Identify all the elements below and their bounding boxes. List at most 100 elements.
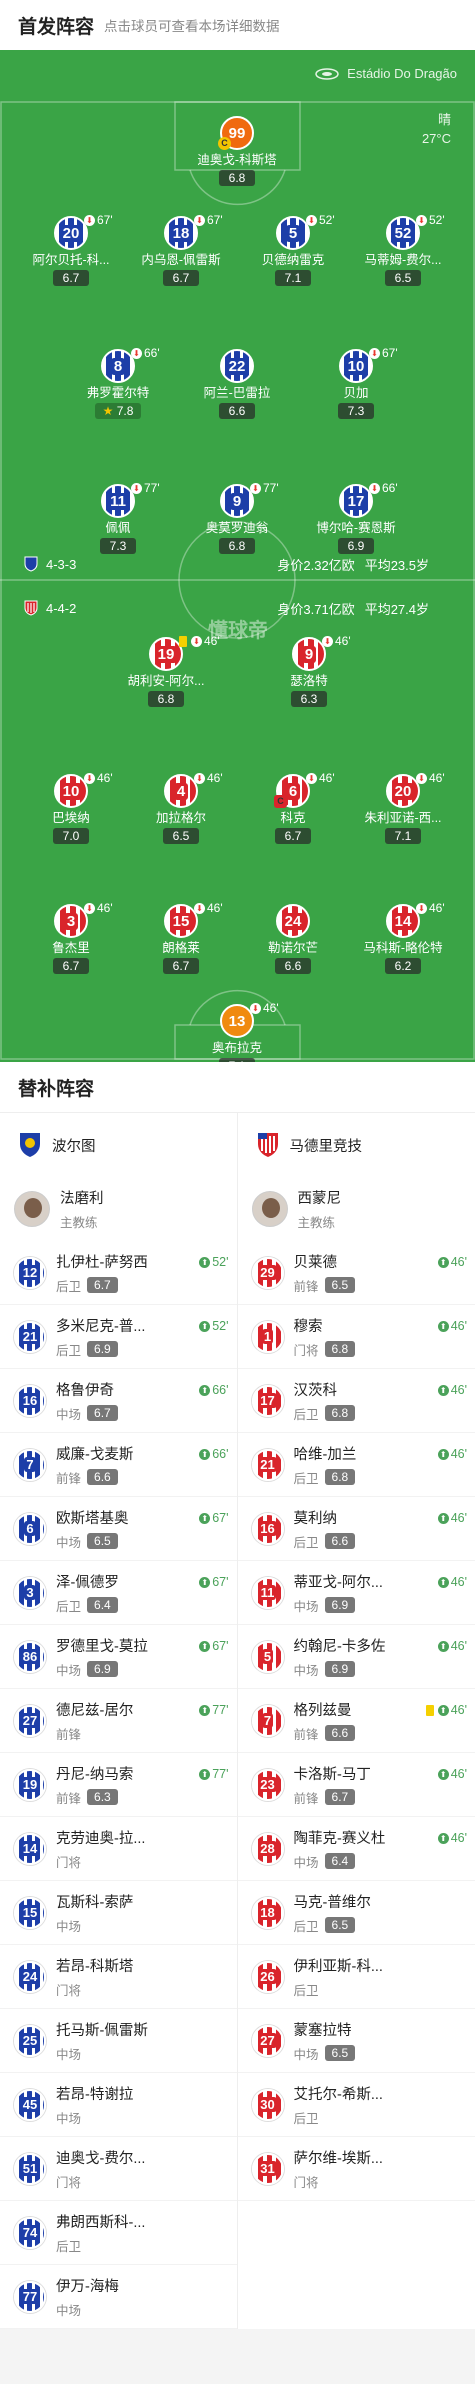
sub-in-minute: 77' [212, 1703, 228, 1717]
sub-out-icon: ⬇ [416, 903, 427, 914]
player-marker[interactable]: 13⬇46'奥布拉克7.1 [182, 1004, 292, 1062]
player-marker[interactable]: 11⬇77'佩佩7.3 [63, 484, 173, 555]
jersey-number: 24 [14, 1961, 46, 1993]
home-team-row[interactable]: 波尔图 [0, 1113, 237, 1177]
player-marker[interactable]: 4⬇46'加拉格尔6.5 [126, 774, 236, 845]
player-marker[interactable]: 17⬇66'博尔哈-赛恩斯6.9 [301, 484, 411, 555]
away-team-row[interactable]: 马德里竞技 [238, 1113, 475, 1177]
player-marker[interactable]: 22阿兰-巴雷拉6.6 [182, 349, 292, 420]
sub-player-row[interactable]: 7格列兹曼前锋6.6⬆46' [238, 1689, 475, 1753]
sub-player-row[interactable]: 27德尼兹-居尔前锋⬆77' [0, 1689, 237, 1753]
player-marker[interactable]: 9⬇77'奥莫罗迪翁6.8 [182, 484, 292, 555]
sub-player-meta: 中场 [56, 2300, 119, 2319]
sub-player-row[interactable]: 24若昂-科斯塔门将 [0, 1945, 237, 2009]
sub-minute: 46' [204, 634, 220, 648]
sub-player-row[interactable]: 31萨尔维-埃斯...门将 [238, 2137, 475, 2201]
sub-player-position: 门将 [56, 2172, 81, 2191]
sub-player-row[interactable]: 29贝莱德前锋6.5⬆46' [238, 1241, 475, 1305]
sub-player-row[interactable]: 12扎伊杜-萨努西后卫6.7⬆52' [0, 1241, 237, 1305]
sub-player-row[interactable]: 14克劳迪奥-拉...门将 [0, 1817, 237, 1881]
substitution-info: ⬇67' [194, 213, 223, 227]
jersey-number: 4 [164, 774, 198, 808]
sub-player-position: 后卫 [294, 1404, 319, 1423]
sub-player-row[interactable]: 25托马斯-佩雷斯中场 [0, 2009, 237, 2073]
sub-player-meta: 门将 [294, 2172, 383, 2191]
player-marker[interactable]: 99C迪奥戈-科斯塔6.8 [182, 116, 292, 187]
player-marker[interactable]: 10⬇67'贝加7.3 [301, 349, 411, 420]
sub-player-meta: 后卫6.9 [56, 1340, 145, 1359]
sub-player-row[interactable]: 21多米尼克-普...后卫6.9⬆52' [0, 1305, 237, 1369]
player-marker[interactable]: 15⬇46'朗格莱6.7 [126, 904, 236, 975]
sub-player-row[interactable]: 23卡洛斯-马丁前锋6.7⬆46' [238, 1753, 475, 1817]
substitution-info: ⬇46' [322, 634, 351, 648]
sub-player-row[interactable]: 11蒂亚戈-阿尔...中场6.9⬆46' [238, 1561, 475, 1625]
player-name: 奥莫罗迪翁 [182, 521, 292, 536]
sub-player-row[interactable]: 1穆索门将6.8⬆46' [238, 1305, 475, 1369]
pitch: Estádio Do Dragão 晴 27°C 懂球帝 4-3-3 身价2.3… [0, 50, 475, 1062]
jersey-number: 15 [14, 1897, 46, 1929]
sub-player-row[interactable]: 6欧斯塔基奥中场6.5⬆67' [0, 1497, 237, 1561]
player-marker[interactable]: 10⬇46'巴埃纳7.0 [16, 774, 126, 845]
player-rating-value: 6.2 [395, 959, 412, 973]
player-name: 奥布拉克 [182, 1041, 292, 1056]
sub-player-row[interactable]: 74弗朗西斯科-...后卫 [0, 2201, 237, 2265]
sub-in-icon: ⬆ [438, 1833, 449, 1844]
jersey-number-text: 51 [21, 2161, 39, 2176]
sub-out-icon: ⬇ [194, 215, 205, 226]
sub-player-row[interactable]: 7威廉-戈麦斯前锋6.6⬆66' [0, 1433, 237, 1497]
sub-player-row[interactable]: 18马克-普维尔后卫6.5 [238, 1881, 475, 1945]
sub-player-row[interactable]: 86罗德里戈-莫拉中场6.9⬆67' [0, 1625, 237, 1689]
player-rating-value: 6.7 [285, 829, 302, 843]
sub-player-position: 后卫 [56, 2236, 81, 2255]
home-coach[interactable]: 法磨利 主教练 [0, 1177, 237, 1241]
player-marker[interactable]: 18⬇67'内乌恩-佩雷斯6.7 [126, 216, 236, 287]
sub-player-position: 前锋 [56, 1468, 81, 1487]
player-marker[interactable]: 3⬇46'鲁杰里6.7 [16, 904, 126, 975]
player-marker[interactable]: 52⬇52'马蒂姆-费尔...6.5 [348, 216, 458, 287]
sub-player-row[interactable]: 17汉茨科后卫6.8⬆46' [238, 1369, 475, 1433]
sub-player-row[interactable]: 27蒙塞拉特中场6.5 [238, 2009, 475, 2073]
sub-in-minute: 46' [451, 1447, 467, 1461]
sub-in-icon: ⬆ [438, 1641, 449, 1652]
sub-player-row[interactable]: 5约翰尼-卡多佐中场6.9⬆46' [238, 1625, 475, 1689]
player-marker[interactable]: 19⬇46'胡利安-阿尔...6.8 [111, 637, 221, 708]
jersey-number-text: 31 [258, 2161, 276, 2176]
jersey-number-text: 17 [345, 493, 368, 510]
away-subs-list: 29贝莱德前锋6.5⬆46'1穆索门将6.8⬆46'17汉茨科后卫6.8⬆46'… [238, 1241, 475, 2201]
sub-player-name: 弗朗西斯科-... [56, 2211, 145, 2232]
jersey-number: 20 [54, 216, 88, 250]
sub-minute: 67' [207, 213, 223, 227]
sub-player-row[interactable]: 15瓦斯科-索萨中场 [0, 1881, 237, 1945]
sub-player-row[interactable]: 3泽-佩德罗后卫6.4⬆67' [0, 1561, 237, 1625]
player-marker[interactable]: 5⬇52'贝德纳雷克7.1 [238, 216, 348, 287]
player-marker[interactable]: 6C⬇46'科克6.7 [238, 774, 348, 845]
jersey-number-text: 6 [286, 783, 300, 800]
player-marker[interactable]: 9⬇46'瑟洛特6.3 [254, 637, 364, 708]
player-marker[interactable]: 14⬇46'马科斯-略伦特6.2 [348, 904, 458, 975]
sub-player-row[interactable]: 28陶菲克-赛义杜中场6.4⬆46' [238, 1817, 475, 1881]
sub-player-name: 扎伊杜-萨努西 [56, 1251, 148, 1272]
sub-in-icon: ⬆ [438, 1385, 449, 1396]
player-marker[interactable]: 20⬇67'阿尔贝托-科...6.7 [16, 216, 126, 287]
sub-player-row[interactable]: 16莫利纳后卫6.6⬆46' [238, 1497, 475, 1561]
sub-player-row[interactable]: 16格鲁伊奇中场6.7⬆66' [0, 1369, 237, 1433]
sub-player-row[interactable]: 21哈维-加兰后卫6.8⬆46' [238, 1433, 475, 1497]
sub-player-name: 哈维-加兰 [294, 1443, 357, 1464]
player-name: 朱利亚诺-西... [348, 811, 458, 826]
away-coach[interactable]: 西蒙尼 主教练 [238, 1177, 475, 1241]
player-marker[interactable]: 8⬇66'弗罗霍尔特★ 7.8 [63, 349, 173, 420]
player-rating-value: 6.3 [301, 692, 318, 706]
sub-player-row[interactable]: 51迪奥戈-费尔...门将 [0, 2137, 237, 2201]
player-marker[interactable]: 20⬇46'朱利亚诺-西...7.1 [348, 774, 458, 845]
sub-player-row[interactable]: 30艾托尔-希斯...后卫 [238, 2073, 475, 2137]
sub-player-row[interactable]: 45若昂-特谢拉中场 [0, 2073, 237, 2137]
sub-player-row[interactable]: 26伊利亚斯-科...后卫 [238, 1945, 475, 2009]
sub-minute: 46' [319, 771, 335, 785]
substitution-info: ⬇46' [416, 771, 445, 785]
sub-player-row[interactable]: 19丹尼-纳马索前锋6.3⬆77' [0, 1753, 237, 1817]
jersey-number-text: 18 [170, 225, 193, 242]
sub-player-row[interactable]: 77伊万-海梅中场 [0, 2265, 237, 2329]
player-marker[interactable]: 24勒诺尔芒6.6 [238, 904, 348, 975]
jersey-number-text: 24 [21, 1969, 39, 1984]
player-rating: 6.7 [275, 828, 311, 844]
